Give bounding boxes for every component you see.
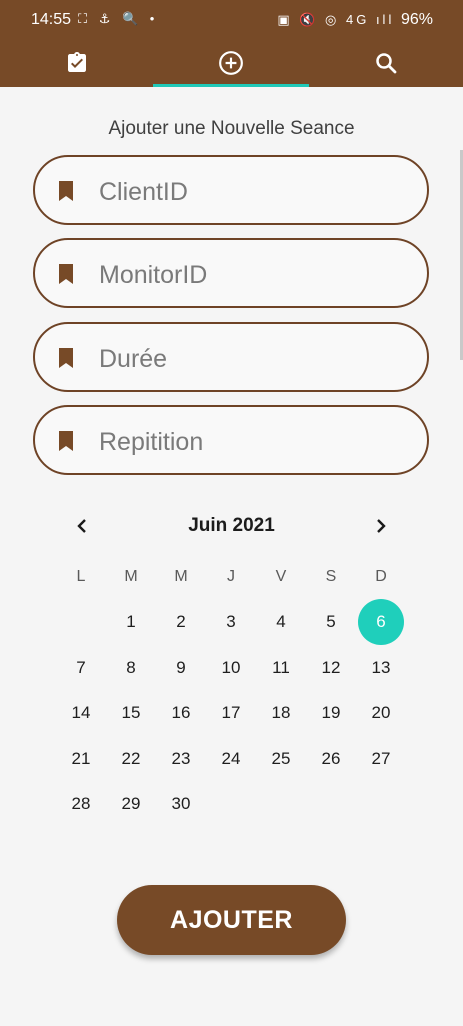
- calendar-day[interactable]: 4: [258, 599, 304, 645]
- calendar-day[interactable]: 17: [208, 690, 254, 736]
- chevron-right-icon: [377, 519, 386, 533]
- calendar-day[interactable]: 19: [308, 690, 354, 736]
- calendar-day[interactable]: 12: [308, 645, 354, 691]
- weekday-label: J: [227, 568, 235, 585]
- calendar-day[interactable]: 21: [58, 736, 104, 782]
- calendar-day[interactable]: 11: [258, 645, 304, 691]
- weekday-label: S: [325, 568, 337, 585]
- calendar-day[interactable]: 26: [308, 736, 354, 782]
- calendar-day[interactable]: 8: [108, 645, 154, 691]
- calendar-month-label: Juin 2021: [188, 515, 275, 536]
- calendar-day[interactable]: 27: [358, 736, 404, 782]
- active-tab-indicator: [153, 84, 309, 87]
- bookmark-icon: [59, 264, 73, 284]
- bookmark-icon: [59, 431, 73, 451]
- ajouter-button[interactable]: AJOUTER: [117, 885, 346, 955]
- calendar-day[interactable]: 7: [58, 645, 104, 691]
- weekday-label: D: [375, 568, 387, 585]
- calendar-day[interactable]: 2: [158, 599, 204, 645]
- duree-input[interactable]: [97, 334, 421, 384]
- calendar-day[interactable]: 23: [158, 736, 204, 782]
- calendar-day[interactable]: 1: [108, 599, 154, 645]
- client-id-field[interactable]: [33, 155, 429, 225]
- calendar-day[interactable]: 30: [158, 781, 204, 827]
- status-system-icons: ▣ 🔇 ◎ 4G ıll 96%: [277, 11, 433, 29]
- calendar-day[interactable]: 20: [358, 690, 404, 736]
- repitition-field[interactable]: [33, 405, 429, 475]
- duree-field[interactable]: [33, 322, 429, 392]
- form-title: Ajouter une Nouvelle Seance: [108, 118, 355, 139]
- calendar-day[interactable]: 9: [158, 645, 204, 691]
- calendar-day[interactable]: 15: [108, 690, 154, 736]
- calendar-day[interactable]: 3: [208, 599, 254, 645]
- search-icon: [376, 52, 397, 73]
- calendar-day[interactable]: 16: [158, 690, 204, 736]
- add-circle-icon: [219, 50, 243, 75]
- status-time: 14:55: [31, 11, 72, 28]
- bookmark-icon: [59, 348, 73, 368]
- calendar-day[interactable]: 5: [308, 599, 354, 645]
- app-bar: 14:55 ⛶ ⚓ 🔍 • ▣ 🔇 ◎ 4G ıll 96%: [0, 0, 463, 87]
- calendar-day[interactable]: 24: [208, 736, 254, 782]
- tab-bar: [0, 38, 463, 87]
- calendar-day-selected[interactable]: 6: [358, 599, 404, 645]
- weekday-label: V: [275, 568, 287, 585]
- bookmark-icon: [59, 181, 73, 201]
- client-id-input[interactable]: [97, 167, 421, 217]
- weekday-label: L: [76, 568, 86, 585]
- monitor-id-input[interactable]: [97, 250, 421, 300]
- calendar-day[interactable]: 18: [258, 690, 304, 736]
- next-month-button[interactable]: [369, 514, 393, 538]
- calendar-day[interactable]: 13: [358, 645, 404, 691]
- clipboard-check-icon: [68, 51, 86, 72]
- calendar-day[interactable]: 25: [258, 736, 304, 782]
- tab-seances[interactable]: [0, 38, 154, 87]
- calendar-day[interactable]: 28: [58, 781, 104, 827]
- battery-level: 96%: [400, 11, 433, 28]
- weekday-label: M: [174, 568, 188, 585]
- calendar-day[interactable]: 10: [208, 645, 254, 691]
- monitor-id-field[interactable]: [33, 238, 429, 308]
- calendar-header: Juin 2021: [60, 506, 403, 546]
- status-signal-icons: ▣ 🔇 ◎ 4G ıll: [277, 12, 395, 27]
- calendar-day[interactable]: 29: [108, 781, 154, 827]
- calendar-day[interactable]: 14: [58, 690, 104, 736]
- repitition-input[interactable]: [97, 417, 421, 467]
- status-notification-icons: ⛶ ⚓ 🔍 •: [78, 11, 159, 26]
- calendar-day[interactable]: 22: [108, 736, 154, 782]
- weekday-label: M: [124, 568, 138, 585]
- tab-add-seance[interactable]: [154, 38, 308, 87]
- status-bar: 14:55 ⛶ ⚓ 🔍 • ▣ 🔇 ◎ 4G ıll 96%: [0, 0, 463, 38]
- tab-search[interactable]: [309, 38, 463, 87]
